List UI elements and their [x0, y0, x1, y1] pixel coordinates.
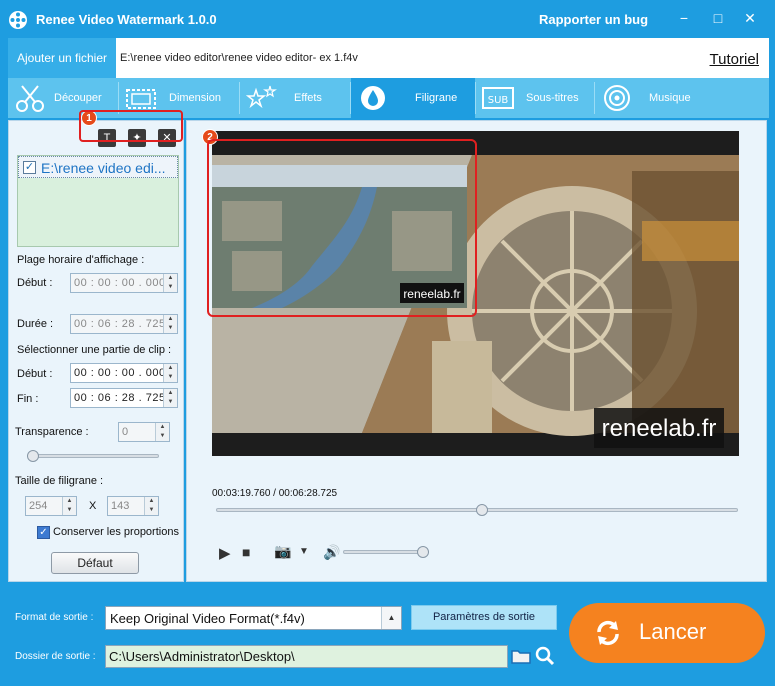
output-folder-value: C:\Users\Administrator\Desktop\: [109, 649, 295, 664]
seek-handle[interactable]: [476, 504, 489, 516]
display-duration-value: 00 : 06 : 28 . 725: [74, 318, 166, 330]
select-clip-label: Sélectionner une partie de clip :: [17, 344, 172, 356]
clip-start-field[interactable]: 00 : 00 : 00 . 000 ▲ ▼: [70, 363, 178, 383]
tab-label: Effets: [294, 92, 322, 104]
droplet-icon: [361, 86, 385, 110]
clip-end-value: 00 : 06 : 28 . 725: [74, 392, 166, 404]
play-button[interactable]: ▶: [219, 544, 231, 562]
watermark-height-field[interactable]: 143 ▲ ▼: [107, 496, 159, 516]
chevron-up-icon[interactable]: ▲: [381, 607, 401, 629]
stars-icon: [245, 85, 277, 109]
tab-label: Musique: [649, 92, 691, 104]
search-icon[interactable]: [535, 646, 555, 666]
spin-buttons: ▲ ▼: [163, 315, 177, 333]
svg-text:SUB: SUB: [488, 95, 509, 106]
start-label: Début :: [17, 277, 53, 289]
watermark-settings-panel: 1 T ✦ ✕ ✓ E:\renee video edi... Plage ho…: [8, 110, 184, 582]
default-button[interactable]: Défaut: [51, 552, 139, 574]
tutorial-link[interactable]: Tutoriel: [710, 51, 759, 68]
item-label: E:\renee video edi...: [41, 160, 166, 176]
folder-icon[interactable]: [511, 647, 531, 665]
transparency-value: 0: [122, 426, 129, 438]
display-range-label: Plage horaire d'affichage :: [17, 254, 145, 266]
music-icon: [604, 85, 630, 111]
output-folder-field[interactable]: C:\Users\Administrator\Desktop\: [105, 645, 508, 668]
size-separator: X: [89, 500, 97, 512]
preview-panel: reneelab.fr reneelab.fr 2 00:03:19.760 /…: [186, 120, 767, 582]
spin-buttons[interactable]: ▲ ▼: [144, 497, 158, 515]
tab-sous-titres[interactable]: SUB Sous-titres: [476, 78, 594, 118]
transparency-field[interactable]: 0 ▲ ▼: [118, 422, 170, 442]
item-checkbox[interactable]: ✓: [23, 161, 36, 174]
output-settings-button[interactable]: Paramètres de sortie: [411, 605, 557, 630]
keep-ratio-checkbox[interactable]: ✓: [37, 526, 50, 539]
file-path: E:\renee video editor\renee video editor…: [120, 52, 358, 64]
report-bug-link[interactable]: Rapporter un bug: [539, 12, 648, 27]
display-duration-field: 00 : 06 : 28 . 725 ▲ ▼: [70, 314, 178, 334]
tab-label: Sous-titres: [526, 92, 579, 104]
stop-button[interactable]: ■: [242, 544, 250, 560]
app-title: Renee Video Watermark 1.0.0: [36, 12, 217, 27]
spin-buttons: ▲ ▼: [163, 274, 177, 292]
spin-buttons[interactable]: ▲ ▼: [62, 497, 76, 515]
transparency-label: Transparence :: [15, 426, 89, 438]
tab-label: Découper: [54, 92, 102, 104]
snapshot-button[interactable]: 📷: [274, 543, 291, 560]
subtitle-icon: SUB: [482, 87, 514, 109]
watermark-size-label: Taille de filigrane :: [15, 475, 104, 487]
minimize-icon[interactable]: −: [676, 10, 692, 26]
tab-label: Dimension: [169, 92, 221, 104]
watermark-text-large: reneelab.fr: [602, 415, 717, 442]
tab-filigrane[interactable]: Filigrane: [351, 78, 475, 118]
display-start-value: 00 : 00 : 00 . 000: [74, 277, 166, 289]
refresh-icon: [597, 620, 619, 646]
width-value: 254: [29, 500, 48, 512]
file-bar: Ajouter un fichier E:\renee video editor…: [8, 38, 769, 78]
highlight-box-1: [79, 110, 183, 142]
spin-buttons[interactable]: ▲ ▼: [155, 423, 169, 441]
output-format-select[interactable]: Keep Original Video Format(*.f4v) ▲: [105, 606, 402, 630]
duration-label: Durée :: [17, 318, 54, 330]
watermark-width-field[interactable]: 254 ▲ ▼: [25, 496, 77, 516]
spin-buttons[interactable]: ▲ ▼: [163, 389, 177, 407]
clip-start-label: Début :: [17, 368, 53, 380]
tab-label: Filigrane: [415, 92, 458, 104]
watermark-list: ✓ E:\renee video edi...: [17, 155, 179, 247]
close-icon[interactable]: ✕: [742, 10, 758, 26]
launch-label: Lancer: [639, 619, 707, 644]
transparency-slider-handle[interactable]: [27, 450, 39, 462]
list-item[interactable]: ✓ E:\renee video edi...: [18, 156, 178, 178]
tab-effets[interactable]: Effets: [240, 78, 350, 118]
output-folder-label: Dossier de sortie :: [15, 651, 96, 662]
volume-handle[interactable]: [417, 546, 429, 558]
keep-ratio-label: Conserver les proportions: [53, 526, 179, 538]
transparency-slider[interactable]: [27, 454, 159, 458]
spin-buttons[interactable]: ▲ ▼: [163, 364, 177, 382]
display-start-field: 00 : 00 : 00 . 000 ▲ ▼: [70, 273, 178, 293]
maximize-icon[interactable]: □: [710, 10, 726, 26]
tab-musique[interactable]: Musique: [595, 78, 703, 118]
title-bar: Renee Video Watermark 1.0.0 Rapporter un…: [0, 0, 775, 38]
highlight-box-2: [207, 139, 477, 317]
clip-end-field[interactable]: 00 : 06 : 28 . 725 ▲ ▼: [70, 388, 178, 408]
scissors-icon: [16, 85, 44, 112]
clip-end-label: Fin :: [17, 393, 39, 405]
height-value: 143: [111, 500, 130, 512]
output-format-label: Format de sortie :: [15, 612, 94, 623]
app-logo-icon: [9, 11, 27, 29]
clip-start-value: 00 : 00 : 00 . 000: [74, 367, 166, 379]
output-format-value: Keep Original Video Format(*.f4v): [110, 611, 305, 626]
volume-icon[interactable]: 🔊: [323, 544, 340, 561]
launch-button[interactable]: Lancer: [569, 603, 765, 663]
time-readout: 00:03:19.760 / 00:06:28.725: [212, 488, 338, 499]
snapshot-dropdown[interactable]: ▼: [299, 546, 309, 557]
add-file-button[interactable]: Ajouter un fichier: [8, 38, 116, 78]
